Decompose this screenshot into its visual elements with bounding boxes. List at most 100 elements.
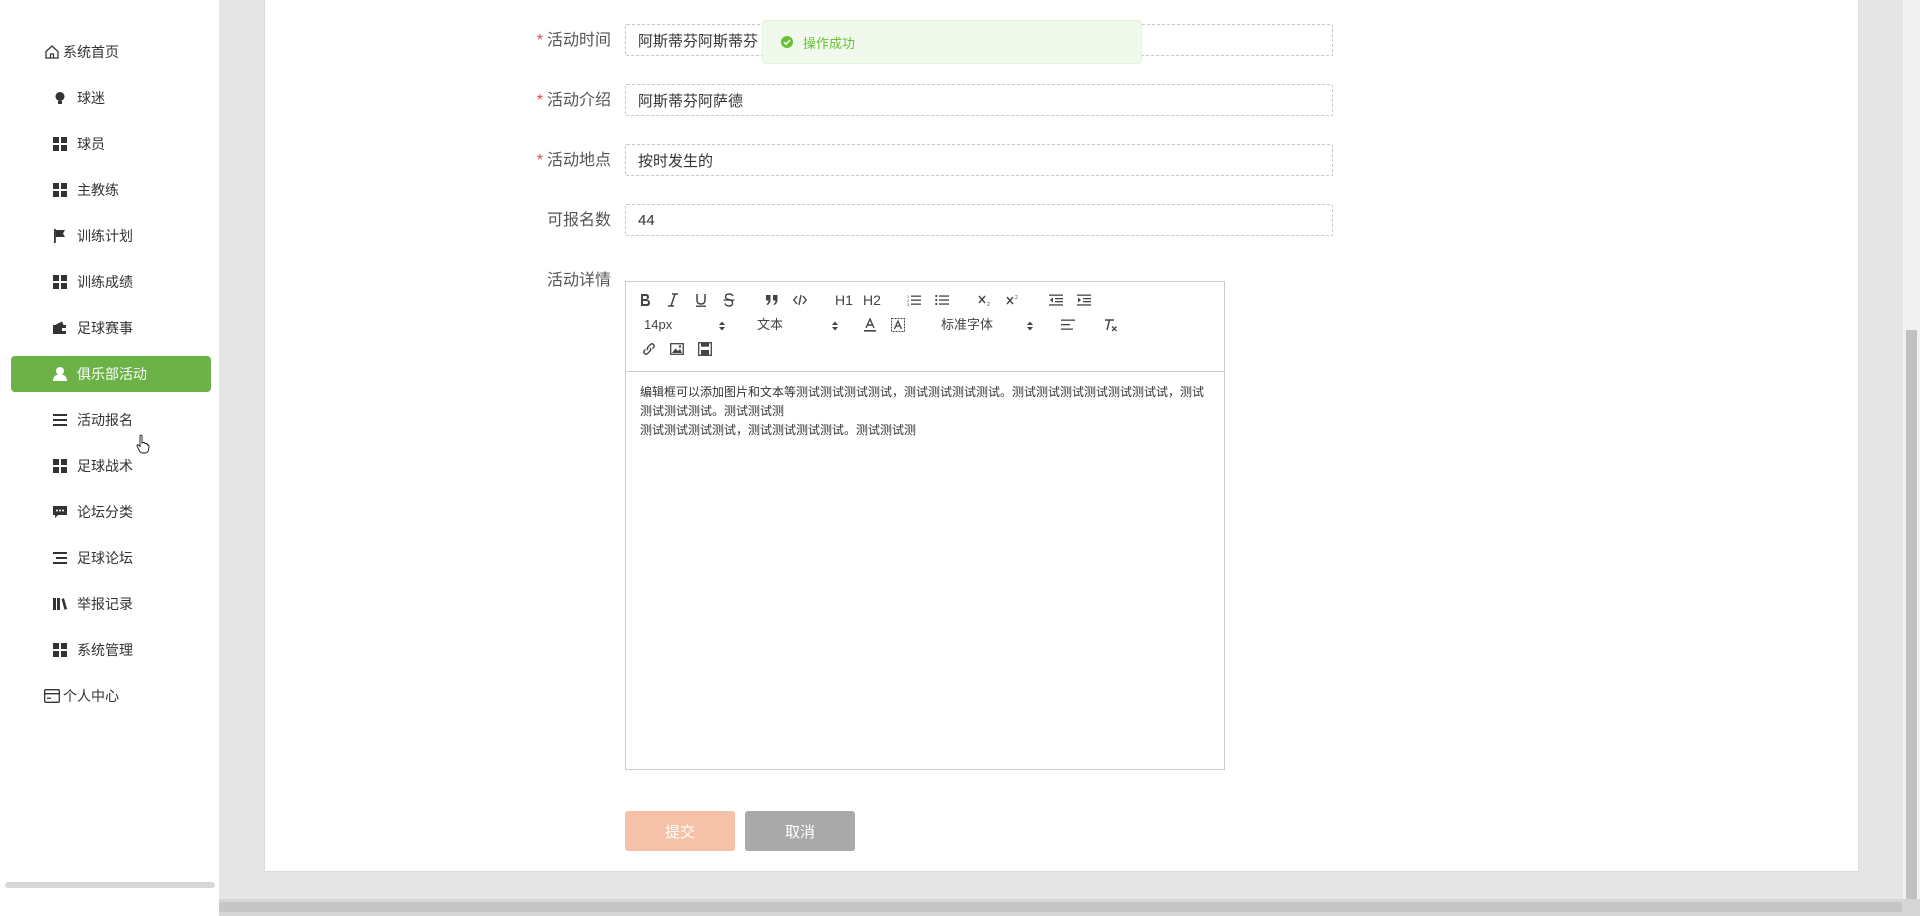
card-icon [43,687,61,705]
underline-icon[interactable] [690,290,712,310]
intro-input[interactable] [625,84,1333,116]
editor-paragraph: 测试测试测试测试，测试测试测试测试。测试测试测 [640,423,917,437]
sidebar-item-label: 活动报名 [77,412,133,428]
svg-text:3: 3 [907,302,910,306]
sidebar-item-label: 论坛分类 [77,504,133,520]
sidebar-item-training-score[interactable]: 训练成绩 [11,264,211,300]
sidebar-item-label: 训练计划 [77,228,133,244]
svg-text:2: 2 [1015,295,1018,301]
sidebar-item-label: 球员 [77,136,105,152]
sidebar-item-label: 主教练 [77,182,119,198]
video-icon[interactable] [694,339,716,359]
time-label: * 活动时间 [536,32,611,49]
sidebar-item-reports[interactable]: 举报记录 [11,586,211,622]
font-color-icon[interactable] [859,315,881,335]
vertical-scrollbar[interactable] [1903,0,1920,899]
form-row-intro: * 活动介绍 [265,84,1858,118]
sidebar-item-label: 足球论坛 [77,550,133,566]
editor-paragraph: 编辑框可以添加图片和文本等测试测试测试测试，测试测试测试测试。测试测试测试测试测… [640,385,1205,418]
sidebar-item-training-plan[interactable]: 训练计划 [11,218,211,254]
image-icon[interactable] [666,339,688,359]
svg-text:2: 2 [987,302,990,306]
font-size-select[interactable]: 14px [644,315,726,335]
place-label: * 活动地点 [536,152,611,169]
detail-label: 活动详情 [546,272,611,289]
ordered-list-icon[interactable]: 123 [903,290,925,310]
sidebar-item-profile[interactable]: 个人中心 [11,678,211,714]
sidebar-item-matches[interactable]: 足球赛事 [11,310,211,346]
updown-arrow-icon [1026,318,1034,338]
blockquote-icon[interactable] [761,290,783,310]
strikethrough-icon[interactable] [718,290,740,310]
bulb-icon [51,89,69,107]
place-input[interactable] [625,144,1333,176]
list-icon [51,411,69,429]
sidebar-item-tactics[interactable]: 足球战术 [11,448,211,484]
form-row-quota: 可报名数 [265,204,1858,238]
sidebar-item-label: 举报记录 [77,596,133,612]
subscript-icon[interactable]: 2 [974,290,996,310]
align-left-icon[interactable] [1057,315,1079,335]
editor-content[interactable]: 编辑框可以添加图片和文本等测试测试测试测试，测试测试测试测试。测试测试测试测试测… [640,383,1210,440]
grid-icon [51,641,69,659]
wallet-icon [51,319,69,337]
horizontal-scrollbar-thumb[interactable] [219,902,1902,912]
outdent-icon[interactable] [1045,290,1067,310]
submit-button[interactable]: 提交 [625,811,735,851]
updown-arrow-icon [831,318,839,338]
clear-format-icon[interactable] [1100,315,1122,335]
check-circle-icon [781,36,793,48]
grid-icon [51,181,69,199]
rich-text-editor: H1 H2 123 2 2 14px 文本 标准字体 编辑框可以添加图片和文本等… [625,281,1225,770]
sidebar-item-system[interactable]: 系统管理 [11,632,211,668]
background-color-icon[interactable] [887,315,909,335]
flag-icon [51,227,69,245]
italic-icon[interactable] [662,290,684,310]
quota-input[interactable] [625,204,1333,236]
cancel-button[interactable]: 取消 [745,811,855,851]
header-1-button[interactable]: H1 [832,290,856,310]
grid-icon [51,273,69,291]
sidebar-item-home[interactable]: 系统首页 [11,34,211,70]
bold-icon[interactable] [634,290,656,310]
horizontal-scrollbar[interactable] [219,899,1920,916]
list-icon [51,549,69,567]
sidebar-item-fans[interactable]: 球迷 [11,80,211,116]
sidebar-item-label: 足球赛事 [77,320,133,336]
superscript-icon[interactable]: 2 [1002,290,1024,310]
sidebar-item-forum-category[interactable]: 论坛分类 [11,494,211,530]
grid-icon [51,457,69,475]
sidebar-item-label: 训练成绩 [77,274,133,290]
books-icon [51,595,69,613]
sidebar-item-players[interactable]: 球员 [11,126,211,162]
font-family-select[interactable]: 标准字体 [941,315,1034,335]
sidebar-item-label: 系统首页 [63,44,119,60]
link-icon[interactable] [638,339,660,359]
bullet-list-icon[interactable] [931,290,953,310]
sidebar-item-label: 个人中心 [63,688,119,704]
grid-icon [51,135,69,153]
sidebar-item-coach[interactable]: 主教练 [11,172,211,208]
header-2-button[interactable]: H2 [860,290,884,310]
sidebar-item-label: 球迷 [77,90,105,106]
sidebar-item-label: 俱乐部活动 [77,366,147,382]
intro-label: * 活动介绍 [536,92,611,109]
code-block-icon[interactable] [789,290,811,310]
indent-icon[interactable] [1073,290,1095,310]
form-panel: *活动时间 *活动介绍 *活动地点 可报名数 活动详情 H1 H2 123 2 [264,0,1859,872]
sidebar-scrollbar[interactable] [5,882,215,888]
sidebar-item-club-activity[interactable]: 俱乐部活动 [11,356,211,392]
sidebar-item-forum[interactable]: 足球论坛 [11,540,211,576]
comment-icon [51,503,69,521]
user-icon [51,365,69,383]
toast-message: 操作成功 [803,35,856,51]
home-icon [43,43,61,61]
text-type-select[interactable]: 文本 [757,315,839,335]
sidebar-item-label: 系统管理 [77,642,133,658]
sidebar-item-activity-signup[interactable]: 活动报名 [11,402,211,438]
success-toast: 操作成功 [762,20,1142,64]
hand-cursor-icon [136,434,150,459]
vertical-scrollbar-thumb[interactable] [1906,330,1917,899]
sidebar-item-label: 足球战术 [77,458,133,474]
editor-toolbar: H1 H2 123 2 2 14px 文本 标准字体 [626,282,1224,372]
